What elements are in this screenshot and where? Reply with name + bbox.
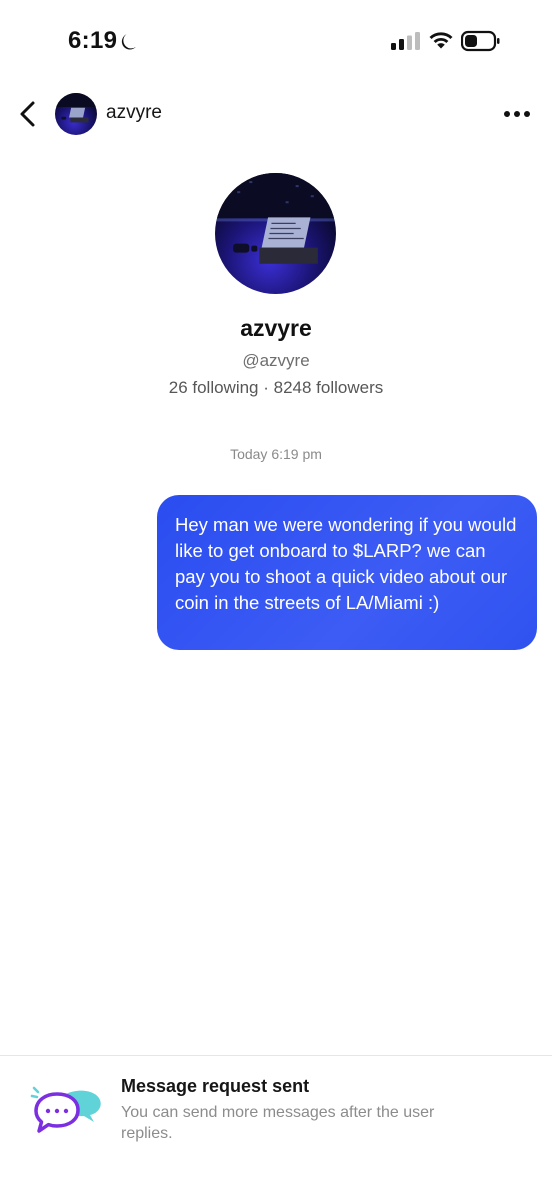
moon-icon bbox=[121, 34, 136, 50]
profile-handle: @azvyre bbox=[242, 351, 310, 370]
battery-icon bbox=[461, 30, 500, 52]
chevron-left-icon[interactable] bbox=[14, 98, 44, 130]
chat-header: azvyre bbox=[0, 86, 552, 142]
message-bubbles-icon bbox=[30, 1086, 101, 1133]
profile-avatar-image bbox=[215, 173, 336, 294]
outgoing-message-bubble[interactable]: Hey man we were wondering if you would l… bbox=[157, 495, 537, 650]
wifi-icon bbox=[429, 32, 453, 49]
profile-display-name: azvyre bbox=[240, 315, 312, 341]
footer-title: Message request sent bbox=[121, 1076, 310, 1096]
message-timestamp: Today 6:19 pm bbox=[230, 446, 322, 462]
status-time: 6:19 bbox=[68, 27, 118, 54]
message-text: Hey man we were wondering if you would l… bbox=[175, 514, 517, 613]
footer-description: You can send more messages after the use… bbox=[121, 1104, 435, 1142]
footer-divider bbox=[0, 1055, 552, 1056]
more-horizontal-icon[interactable] bbox=[498, 104, 538, 124]
avatar-image bbox=[55, 93, 97, 135]
avatar[interactable] bbox=[55, 93, 97, 135]
status-bar: 6:19 bbox=[0, 0, 552, 80]
profile-follow-stats[interactable]: 26 following · 8248 followers bbox=[0, 378, 552, 398]
cellular-signal-icon bbox=[391, 32, 420, 50]
profile-avatar[interactable] bbox=[215, 173, 336, 294]
header-username[interactable]: azvyre bbox=[106, 102, 162, 124]
